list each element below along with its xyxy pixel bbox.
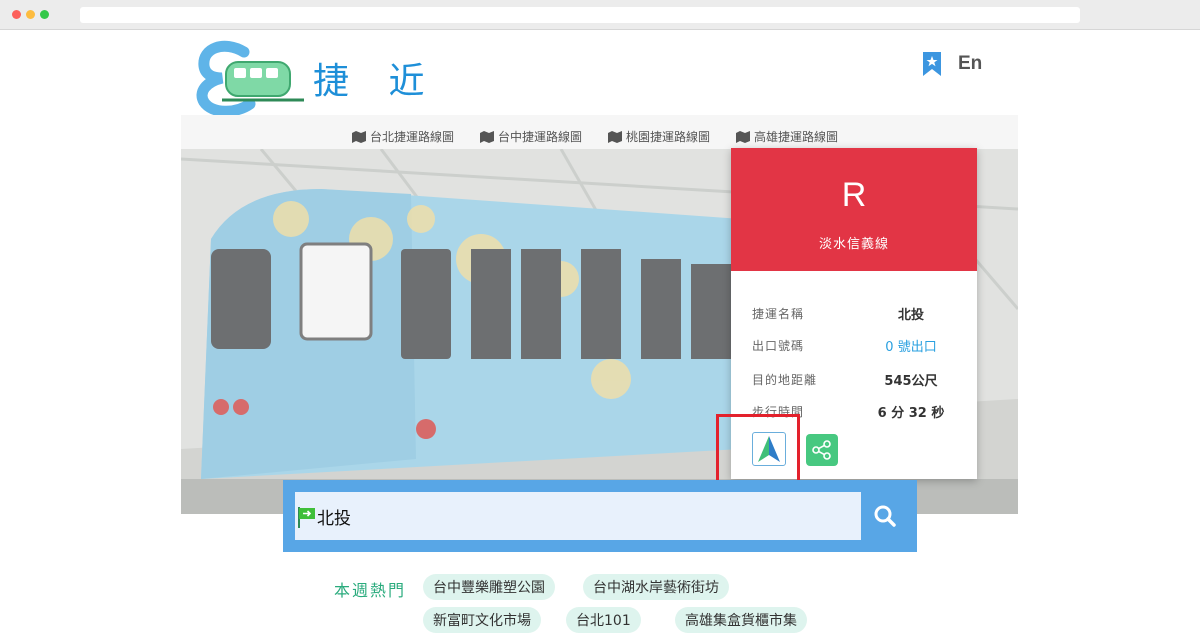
language-switch[interactable]: En [958,53,982,75]
nav-link-label: 台中捷運路線圖 [498,130,583,144]
address-bar[interactable] [80,7,1080,23]
line-header: R 淡水信義線 [731,148,977,271]
map-icon [736,130,750,143]
nav-link-kaohsiung[interactable]: 高雄捷運路線圖 [736,128,838,145]
map-icon [608,130,622,143]
line-name: 淡水信義線 [818,237,889,252]
highlight-box [716,414,800,487]
hot-label: 本週熱門 [334,581,407,600]
nav-link-taichung[interactable]: 台中捷運路線圖 [480,128,582,145]
minimize-window-dot[interactable] [26,10,35,19]
nav-link-taipei[interactable]: 台北捷運路線圖 [352,128,454,145]
hot-tag[interactable]: 新富町文化市場 [423,607,541,633]
distance-label: 目的地距離 [752,373,818,387]
share-icon [812,440,831,460]
hot-tag[interactable]: 高雄集盒貨櫃市集 [675,607,807,633]
start-flag-icon [297,506,317,528]
exit-number-value: 0 號出口 [885,340,937,355]
search-input[interactable] [295,492,861,540]
browser-toolbar [0,0,1200,30]
exit-number-label: 出口號碼 [752,339,805,353]
walk-time-value: 6 分 32 秒 [877,406,945,421]
station-name-value: 北投 [897,308,924,323]
hot-tag[interactable]: 台中湖水岸藝術街坊 [583,574,729,600]
maximize-window-dot[interactable] [40,10,49,19]
map-icon [352,130,366,143]
nav-link-label: 高雄捷運路線圖 [754,130,839,144]
nav-link-taoyuan[interactable]: 桃園捷運路線圖 [608,128,710,145]
nav-link-label: 桃園捷運路線圖 [626,130,711,144]
station-name-label: 捷運名稱 [752,307,805,321]
map-icon [480,130,494,143]
hot-tag[interactable]: 台中豐樂雕塑公園 [423,574,555,600]
share-button[interactable] [806,434,838,466]
site-logo-text: 捷 近 [313,61,439,102]
close-window-dot[interactable] [12,10,21,19]
distance-value: 545公尺 [884,374,938,389]
search-button[interactable] [861,492,909,540]
line-letter: R [841,176,867,214]
map-nav-strip [181,115,1018,149]
bookmark-icon[interactable] [922,52,942,76]
hot-tag[interactable]: 台北101 [566,607,641,633]
nav-link-label: 台北捷運路線圖 [370,130,455,144]
search-icon [874,505,896,527]
